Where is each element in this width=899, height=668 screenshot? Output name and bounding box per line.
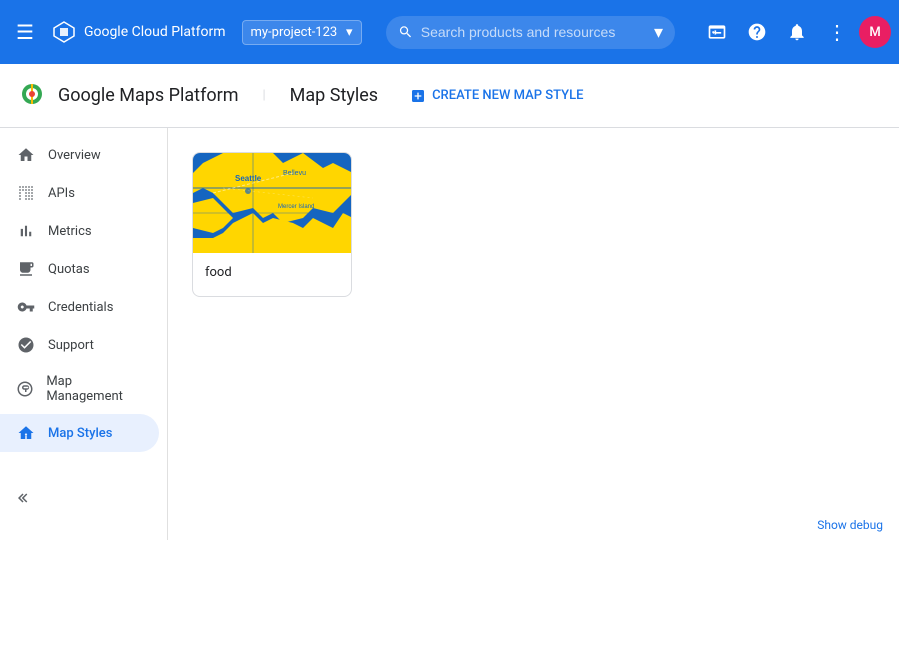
- gcp-title: Google Cloud Platform: [84, 24, 226, 40]
- sidebar-item-map-styles[interactable]: Map Styles: [0, 414, 159, 452]
- show-debug-link[interactable]: Show debug: [817, 518, 883, 532]
- create-new-map-style-button[interactable]: CREATE NEW MAP STYLE: [402, 82, 591, 110]
- sidebar-item-credentials[interactable]: Credentials: [0, 288, 159, 326]
- more-options-icon[interactable]: ⋮: [819, 14, 855, 50]
- add-icon: [410, 88, 426, 104]
- sidebar-item-overview[interactable]: Overview: [0, 136, 159, 174]
- sidebar-item-map-management[interactable]: Map Management: [0, 364, 159, 414]
- sidebar-item-metrics[interactable]: Metrics: [0, 212, 159, 250]
- metrics-icon: [16, 222, 36, 240]
- quotas-icon: [16, 260, 36, 278]
- sidebar-item-support[interactable]: Support: [0, 326, 159, 364]
- sidebar-label-apis: APIs: [48, 186, 75, 201]
- sidebar-label-quotas: Quotas: [48, 262, 90, 277]
- app-title: Google Maps Platform: [58, 85, 238, 106]
- main-content: Seattle Bellevu Mercer Island food: [168, 128, 899, 540]
- sidebar-label-map-styles: Map Styles: [48, 426, 112, 441]
- project-name: my-project-123: [251, 25, 338, 40]
- sidebar-label-map-management: Map Management: [46, 374, 143, 404]
- sidebar-label-overview: Overview: [48, 148, 101, 163]
- support-icon: [16, 336, 36, 354]
- hamburger-menu-icon[interactable]: ☰: [8, 12, 42, 52]
- home-icon: [16, 146, 36, 164]
- apis-icon: [16, 184, 36, 202]
- map-style-card-food[interactable]: Seattle Bellevu Mercer Island food: [192, 152, 352, 297]
- search-icon: [398, 23, 413, 41]
- sidebar-item-apis[interactable]: APIs: [0, 174, 159, 212]
- sidebar-item-quotas[interactable]: Quotas: [0, 250, 159, 288]
- sidebar: Overview APIs Metrics Quotas Credentials: [0, 128, 168, 540]
- chevron-down-icon: ▾: [346, 25, 353, 40]
- map-preview-food: Seattle Bellevu Mercer Island: [193, 153, 352, 253]
- sidebar-label-credentials: Credentials: [48, 300, 113, 315]
- map-style-label-food: food: [193, 253, 351, 296]
- map-styles-icon: [16, 424, 36, 442]
- help-icon[interactable]: [739, 14, 775, 50]
- top-bar-actions: ⋮ M: [699, 14, 891, 50]
- svg-text:Mercer Island: Mercer Island: [278, 204, 314, 210]
- create-button-label: CREATE NEW MAP STYLE: [432, 88, 583, 103]
- main-layout: Overview APIs Metrics Quotas Credentials: [0, 128, 899, 540]
- notifications-icon[interactable]: [779, 14, 815, 50]
- project-selector[interactable]: my-project-123 ▾: [242, 20, 362, 45]
- svg-text:Bellevu: Bellevu: [283, 170, 306, 177]
- search-dropdown-icon[interactable]: ▾: [654, 22, 663, 43]
- map-management-icon: [16, 380, 34, 398]
- search-bar[interactable]: ▾: [386, 16, 676, 49]
- top-navigation-bar: ☰ Google Cloud Platform my-project-123 ▾…: [0, 0, 899, 64]
- gcp-logo-icon: [50, 18, 78, 46]
- map-preview-svg: Seattle Bellevu Mercer Island: [193, 153, 352, 253]
- gcp-logo-area: Google Cloud Platform: [50, 18, 226, 46]
- credentials-icon: [16, 298, 36, 316]
- divider: |: [262, 88, 265, 103]
- cloud-shell-icon[interactable]: [699, 14, 735, 50]
- user-avatar[interactable]: M: [859, 16, 891, 48]
- sidebar-label-metrics: Metrics: [48, 224, 92, 239]
- maps-logo-icon: [16, 80, 48, 112]
- page-title: Map Styles: [290, 85, 378, 106]
- search-input[interactable]: [421, 24, 646, 40]
- sidebar-collapse-button[interactable]: [8, 485, 34, 516]
- sub-header: Google Maps Platform | Map Styles CREATE…: [0, 64, 899, 128]
- sidebar-label-support: Support: [48, 338, 94, 353]
